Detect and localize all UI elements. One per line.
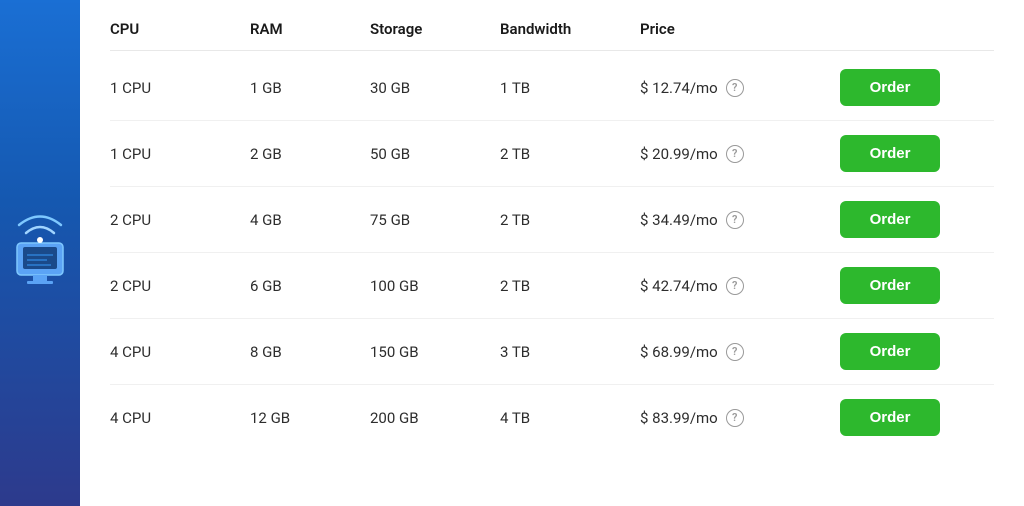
cell-price: $ 42.74/mo ? (640, 277, 840, 295)
price-value: $ 68.99/mo (640, 343, 718, 361)
help-icon[interactable]: ? (726, 343, 744, 361)
cell-cpu: 4 CPU (110, 343, 250, 361)
main-content: CPU RAM Storage Bandwidth Price 1 CPU 1 … (80, 0, 1024, 506)
cell-price: $ 34.49/mo ? (640, 211, 840, 229)
help-icon[interactable]: ? (726, 409, 744, 427)
cell-cpu: 2 CPU (110, 211, 250, 229)
cell-cpu: 1 CPU (110, 79, 250, 97)
cell-storage: 200 GB (370, 409, 500, 427)
cell-price: $ 68.99/mo ? (640, 343, 840, 361)
table-body: 1 CPU 1 GB 30 GB 1 TB $ 12.74/mo ? Order… (110, 55, 994, 450)
header-action (840, 20, 960, 38)
table-row: 4 CPU 8 GB 150 GB 3 TB $ 68.99/mo ? Orde… (110, 319, 994, 385)
cell-bandwidth: 2 TB (500, 277, 640, 295)
cell-action: Order (840, 399, 960, 436)
cell-price: $ 12.74/mo ? (640, 79, 840, 97)
price-value: $ 12.74/mo (640, 79, 718, 97)
cell-storage: 75 GB (370, 211, 500, 229)
header-bandwidth: Bandwidth (500, 20, 640, 38)
cell-storage: 150 GB (370, 343, 500, 361)
cell-ram: 8 GB (250, 343, 370, 361)
table-row: 1 CPU 1 GB 30 GB 1 TB $ 12.74/mo ? Order (110, 55, 994, 121)
order-button[interactable]: Order (840, 267, 940, 304)
cell-action: Order (840, 267, 960, 304)
cell-ram: 4 GB (250, 211, 370, 229)
table-row: 1 CPU 2 GB 50 GB 2 TB $ 20.99/mo ? Order (110, 121, 994, 187)
cell-cpu: 1 CPU (110, 145, 250, 163)
cell-price: $ 20.99/mo ? (640, 145, 840, 163)
header-ram: RAM (250, 20, 370, 38)
order-button[interactable]: Order (840, 333, 940, 370)
cell-action: Order (840, 69, 960, 106)
cell-ram: 6 GB (250, 277, 370, 295)
header-storage: Storage (370, 20, 500, 38)
pricing-table: CPU RAM Storage Bandwidth Price 1 CPU 1 … (110, 20, 994, 450)
order-button[interactable]: Order (840, 135, 940, 172)
help-icon[interactable]: ? (726, 79, 744, 97)
price-value: $ 34.49/mo (640, 211, 718, 229)
cell-cpu: 2 CPU (110, 277, 250, 295)
cell-price: $ 83.99/mo ? (640, 409, 840, 427)
cell-storage: 30 GB (370, 79, 500, 97)
header-cpu: CPU (110, 20, 250, 38)
cell-ram: 2 GB (250, 145, 370, 163)
cell-cpu: 4 CPU (110, 409, 250, 427)
help-icon[interactable]: ? (726, 277, 744, 295)
order-button[interactable]: Order (840, 201, 940, 238)
price-value: $ 83.99/mo (640, 409, 718, 427)
header-price: Price (640, 20, 840, 38)
cell-bandwidth: 2 TB (500, 211, 640, 229)
cell-action: Order (840, 201, 960, 238)
table-header: CPU RAM Storage Bandwidth Price (110, 20, 994, 51)
price-value: $ 42.74/mo (640, 277, 718, 295)
sidebar (0, 0, 80, 506)
help-icon[interactable]: ? (726, 211, 744, 229)
cell-ram: 12 GB (250, 409, 370, 427)
cell-storage: 100 GB (370, 277, 500, 295)
cell-bandwidth: 3 TB (500, 343, 640, 361)
price-value: $ 20.99/mo (640, 145, 718, 163)
cell-action: Order (840, 135, 960, 172)
table-row: 4 CPU 12 GB 200 GB 4 TB $ 83.99/mo ? Ord… (110, 385, 994, 450)
cell-storage: 50 GB (370, 145, 500, 163)
cell-ram: 1 GB (250, 79, 370, 97)
cell-bandwidth: 2 TB (500, 145, 640, 163)
cell-bandwidth: 4 TB (500, 409, 640, 427)
order-button[interactable]: Order (840, 399, 940, 436)
network-illustration (9, 153, 71, 353)
order-button[interactable]: Order (840, 69, 940, 106)
table-row: 2 CPU 6 GB 100 GB 2 TB $ 42.74/mo ? Orde… (110, 253, 994, 319)
cell-bandwidth: 1 TB (500, 79, 640, 97)
cell-action: Order (840, 333, 960, 370)
table-row: 2 CPU 4 GB 75 GB 2 TB $ 34.49/mo ? Order (110, 187, 994, 253)
help-icon[interactable]: ? (726, 145, 744, 163)
